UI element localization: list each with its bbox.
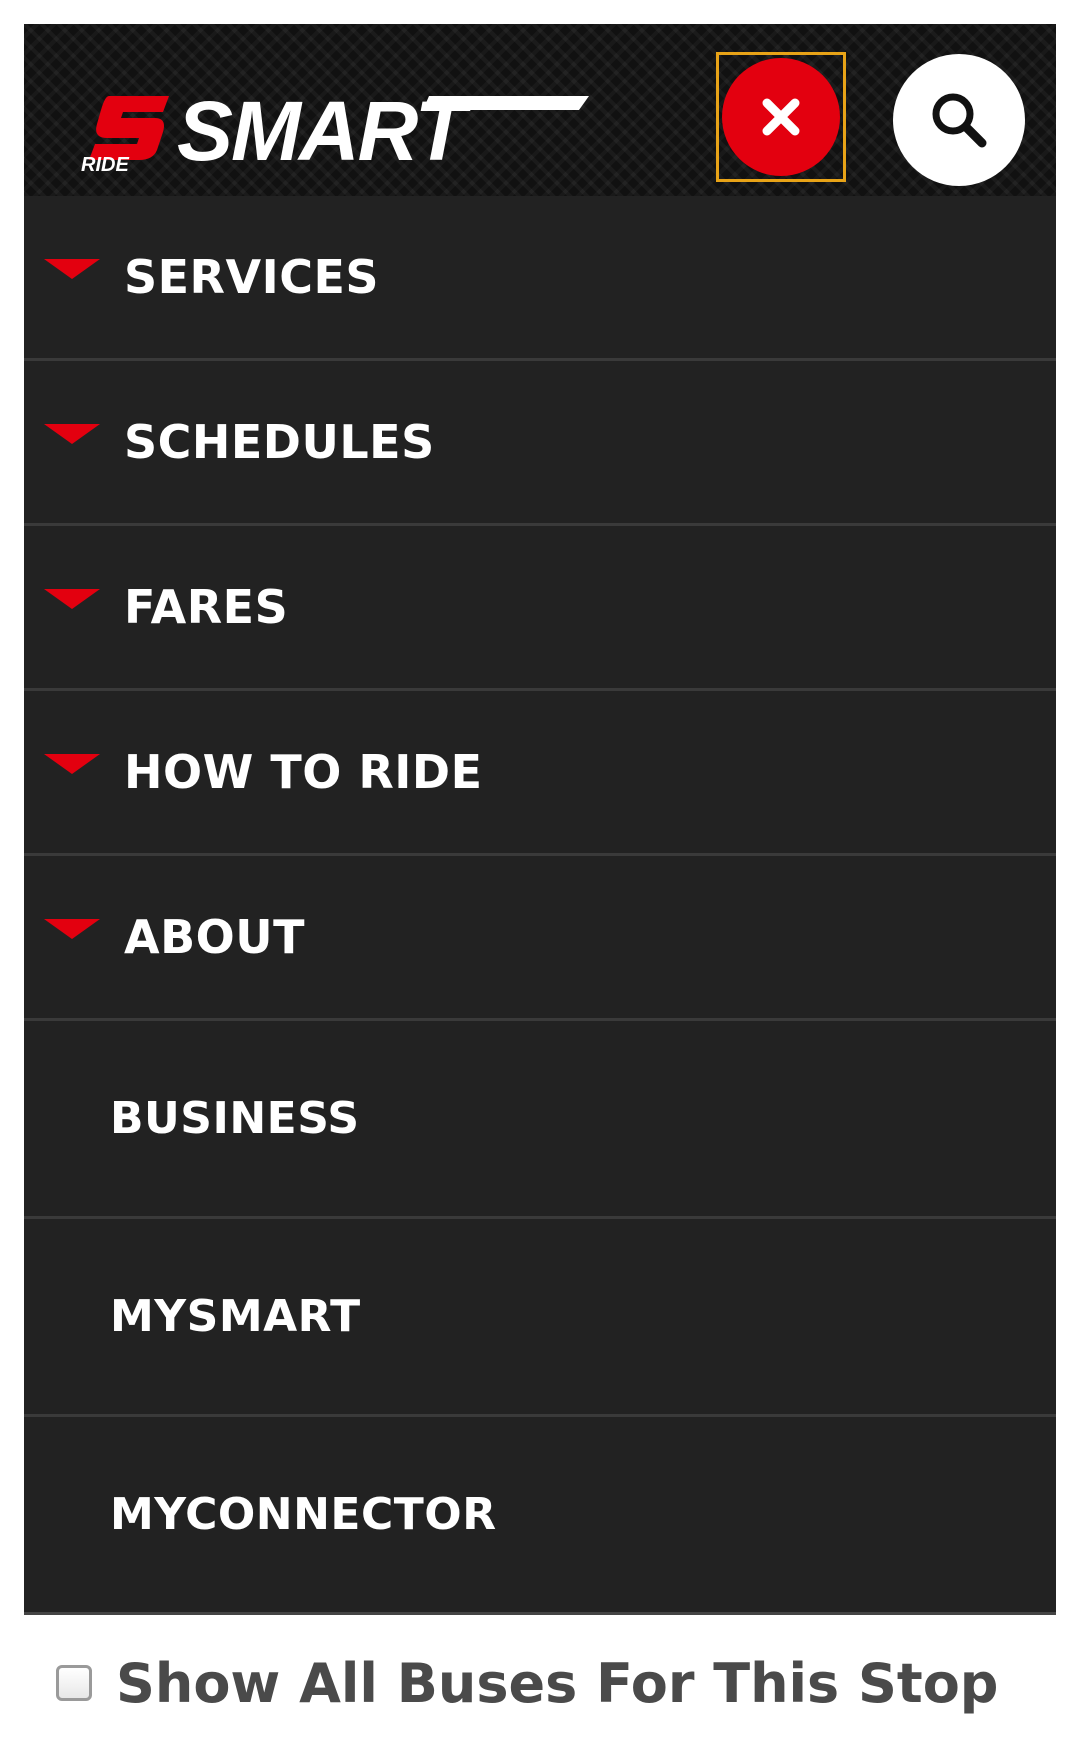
menu-item-label: FARES <box>124 580 289 634</box>
caret-down-icon <box>44 754 100 774</box>
menu-item-services[interactable]: SERVICES <box>24 196 1056 361</box>
menu-item-fares[interactable]: FARES <box>24 526 1056 691</box>
caret-down-icon <box>44 424 100 444</box>
smart-logo[interactable]: RIDE SMART <box>79 76 599 176</box>
svg-text:RIDE: RIDE <box>81 154 129 176</box>
menu-item-label: MYSMART <box>110 1291 361 1342</box>
show-all-buses-option: Show All Buses For This Stop <box>56 1648 998 1718</box>
menu-item-how-to-ride[interactable]: HOW TO RIDE <box>24 691 1056 856</box>
menu-item-business[interactable]: BUSINESS <box>24 1021 1056 1219</box>
close-icon <box>762 98 800 136</box>
caret-down-icon <box>44 919 100 939</box>
menu-item-about[interactable]: ABOUT <box>24 856 1056 1021</box>
site-header: RIDE SMART <box>24 24 1056 196</box>
menu-item-mysmart[interactable]: MYSMART <box>24 1219 1056 1417</box>
search-icon <box>932 93 987 148</box>
close-menu-focus-outline <box>716 52 846 182</box>
show-all-buses-checkbox[interactable] <box>56 1665 92 1701</box>
page-frame: RIDE SMART SERVICES SCHEDULES FARES HOW … <box>24 24 1056 1615</box>
menu-item-label: HOW TO RIDE <box>124 745 483 799</box>
main-nav-menu: SERVICES SCHEDULES FARES HOW TO RIDE ABO… <box>24 196 1056 1615</box>
search-button[interactable] <box>893 54 1025 186</box>
menu-item-schedules[interactable]: SCHEDULES <box>24 361 1056 526</box>
menu-item-myconnector[interactable]: MYCONNECTOR <box>24 1417 1056 1615</box>
menu-item-label: SERVICES <box>124 250 380 304</box>
caret-down-icon <box>44 589 100 609</box>
menu-item-label: ABOUT <box>124 910 305 964</box>
show-all-buses-label[interactable]: Show All Buses For This Stop <box>116 1652 998 1715</box>
close-menu-button[interactable] <box>722 58 840 176</box>
menu-item-label: BUSINESS <box>110 1093 360 1144</box>
menu-item-label: SCHEDULES <box>124 415 435 469</box>
caret-down-icon <box>44 259 100 279</box>
menu-item-label: MYCONNECTOR <box>110 1489 497 1540</box>
